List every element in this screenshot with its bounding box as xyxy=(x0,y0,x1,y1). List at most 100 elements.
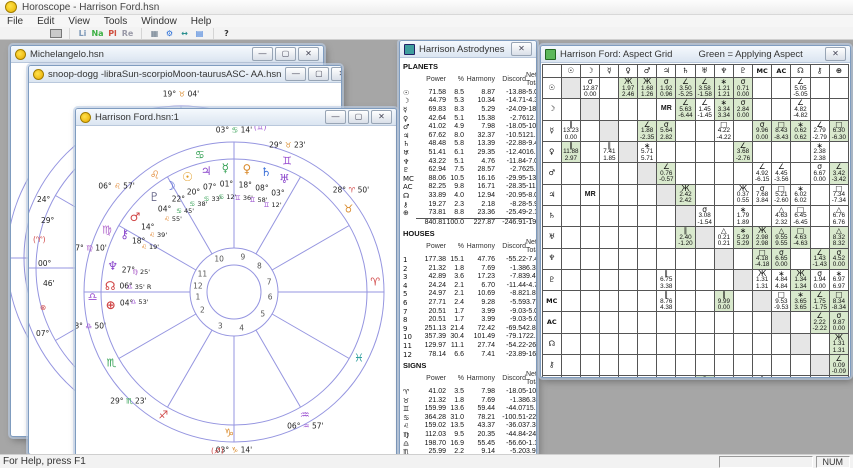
menu-window[interactable]: Window xyxy=(134,16,184,27)
aspect-cell: □ 5.21 -2.60 xyxy=(771,183,792,206)
aspect-cell xyxy=(560,354,582,377)
toolbar-button[interactable]: ? xyxy=(220,28,233,39)
window-aspect-grid-titlebar[interactable]: Harrison Ford: Aspect Grid Green = Apply… xyxy=(541,46,850,63)
value-cell: 10.5 xyxy=(450,174,464,182)
minimize-button[interactable]: — xyxy=(325,110,346,124)
aspect-cell: Ж 2.98 2.98 xyxy=(752,226,773,249)
value-cell: 4.9 xyxy=(454,123,464,131)
row-symbol: ♈ xyxy=(403,387,410,396)
aspect-cell: □ 6.45 -6.45 xyxy=(790,204,811,228)
value-cell: 78.21 xyxy=(477,413,495,421)
value-cell: 27.71 xyxy=(428,299,446,307)
aspect-cell xyxy=(560,311,582,334)
value-cell: 159.02 xyxy=(424,422,446,430)
zodiac-sign-glyph: ♌ xyxy=(149,168,160,182)
aspect-cell xyxy=(809,354,830,377)
toolbar-button[interactable]: Na xyxy=(91,28,104,39)
window-michelangelo-titlebar[interactable]: Michelangelo.hsn — ▢ ✕ xyxy=(11,46,323,63)
row-symbol: 2 xyxy=(403,264,408,273)
row-symbol: 10 xyxy=(403,333,412,342)
astrodynes-row: 10 357.39 30.4 101.49 -79.1722.32 xyxy=(403,333,536,342)
value-cell: -16.48 xyxy=(526,350,536,358)
aspect-cell xyxy=(618,332,639,356)
maximize-button[interactable]: ▢ xyxy=(348,110,369,124)
column-header: Harmony xyxy=(466,243,495,251)
menu-file[interactable]: File xyxy=(0,16,30,27)
aspect-cell xyxy=(599,119,620,142)
save-icon[interactable] xyxy=(34,28,47,39)
aspect-cell xyxy=(656,204,677,228)
grid-row-header: ☽ xyxy=(542,98,562,121)
row-symbol: ♏ xyxy=(403,448,410,454)
value-cell: 1.86 xyxy=(526,290,536,298)
print-icon[interactable] xyxy=(49,28,62,39)
value-cell: 4.76 xyxy=(481,157,495,165)
window-astrodynes-titlebar[interactable]: Harrison Astrodynes ✕ xyxy=(400,41,536,58)
value-cell: -9.03 xyxy=(510,316,526,324)
aspect-cell xyxy=(580,98,601,121)
maximize-button[interactable]: ▢ xyxy=(308,67,330,81)
window-aspect-grid[interactable]: Harrison Ford: Aspect Grid Green = Apply… xyxy=(540,45,851,378)
toolbar-button[interactable]: ↔ xyxy=(178,28,191,39)
toolbar-button[interactable]: Pl xyxy=(106,28,119,39)
aspect-cell xyxy=(713,268,734,292)
value-cell: -2.76 xyxy=(510,166,526,174)
close-button[interactable]: ✕ xyxy=(371,110,392,124)
wheel-edge-label: ⊗ xyxy=(40,303,47,312)
window-harrison-titlebar[interactable]: Harrison Ford.hsn:1 — ▢ ✕ xyxy=(76,109,396,126)
aspect-cell: σ 2.84 0.00 xyxy=(732,98,754,121)
toolbar-separator xyxy=(64,27,70,39)
row-symbol: ☉ xyxy=(403,88,410,97)
value-cell: 3.93 xyxy=(526,448,536,454)
new-icon[interactable] xyxy=(4,28,17,39)
window-harrison-chart[interactable]: Harrison Ford.hsn:1 — ▢ ✕ ♋ ♊ ♉ ♈ ♓ ♒ ♑ ♐ ♏ ♎ ♍ ♌ 10… xyxy=(75,108,397,454)
grid-row-header: ♀ xyxy=(542,140,562,164)
toolbar-button[interactable]: ▤ xyxy=(193,28,206,39)
aspect-cell: Ж 1.31 1.31 xyxy=(828,332,850,356)
planet-degree: 22° xyxy=(171,194,186,204)
row-symbol: ♍ xyxy=(403,430,410,439)
menu-help[interactable]: Help xyxy=(184,16,219,27)
menu-view[interactable]: View xyxy=(61,16,97,27)
grid-column-header: ♀ xyxy=(618,64,639,78)
open-icon[interactable] xyxy=(19,28,32,39)
window-astrodynes[interactable]: Harrison Astrodynes ✕ PLANETS Power% Harmo… xyxy=(399,40,537,454)
value-cell: 3.6 xyxy=(454,273,464,281)
value-cell: 21.86 xyxy=(526,131,536,139)
wheel-edge-label: (♈) xyxy=(33,235,46,244)
maximize-button[interactable]: ▢ xyxy=(275,47,296,61)
column-header: % xyxy=(457,243,464,251)
close-button[interactable]: ✕ xyxy=(825,47,846,61)
astrodynes-row: 3 42.89 3.6 17.23 -7.839.40 xyxy=(403,273,536,282)
menu-tools[interactable]: Tools xyxy=(97,16,134,27)
aspect-cell xyxy=(694,332,715,356)
row-symbol: ♎ xyxy=(403,439,410,448)
aspect-cell xyxy=(694,226,715,249)
minimize-button[interactable]: — xyxy=(285,67,307,81)
row-symbol: 8 xyxy=(403,316,408,325)
toolbar-button[interactable]: ▦ xyxy=(148,28,161,39)
app-titlebar[interactable]: Horoscope - Harrison Ford.hsn xyxy=(0,0,853,15)
value-cell: -24.09 xyxy=(506,105,526,113)
minimize-button[interactable]: — xyxy=(252,47,273,61)
aspect-cell: ∗ 6.02 6.02 xyxy=(790,183,811,206)
close-button[interactable]: ✕ xyxy=(511,42,532,56)
menu-edit[interactable]: Edit xyxy=(30,16,61,27)
close-button[interactable]: ✕ xyxy=(331,67,341,81)
aspect-cell xyxy=(580,332,601,356)
planet-sign-minutes: ♌ 39' xyxy=(149,230,168,239)
zodiac-sign-glyph: ♎ xyxy=(87,290,98,304)
toolbar-button[interactable]: ⚙ xyxy=(163,28,176,39)
aspect-cell xyxy=(637,268,658,292)
window-snoop-titlebar[interactable]: snoop-dogg -libraSun-scorpioMoon-taurusA… xyxy=(29,66,341,83)
aspect-cell xyxy=(790,140,811,164)
value-cell: 7.98 xyxy=(481,387,495,395)
aspect-cell: ∗ 3.65 3.65 xyxy=(790,290,811,313)
astrodynes-total-row: 840.81100.0227.87-246.91-19.05 xyxy=(403,217,536,228)
toolbar-button[interactable]: Li xyxy=(76,28,89,39)
toolbar-button[interactable]: Re xyxy=(121,28,134,39)
value-cell: 357.39 xyxy=(424,333,446,341)
astrodynes-row: ♌ 159.02 13.5 43.37 -36.037.34 xyxy=(403,422,536,431)
aspect-cell xyxy=(560,76,582,100)
close-button[interactable]: ✕ xyxy=(298,47,319,61)
